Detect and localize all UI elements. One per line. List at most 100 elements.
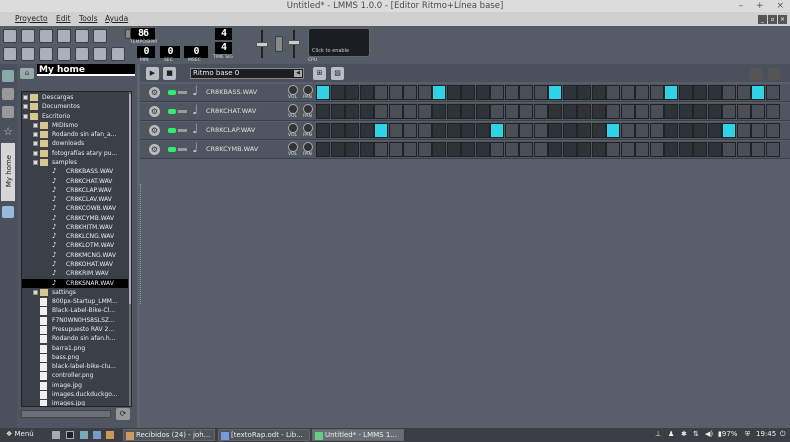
expand-icon[interactable] — [33, 150, 38, 156]
expand-icon[interactable] — [33, 289, 38, 295]
browser-item[interactable]: ♪ CR8KLCNG.WAV — [22, 232, 128, 241]
browser-item[interactable]: F7N0WN0HS8SLSZ... — [22, 316, 128, 325]
controller-rack-icon[interactable] — [111, 47, 125, 61]
add-steps-icon[interactable] — [768, 68, 780, 80]
step-button[interactable] — [591, 104, 606, 119]
step-button[interactable] — [461, 123, 475, 138]
step-button[interactable] — [388, 104, 403, 119]
step-button[interactable] — [345, 123, 359, 138]
step-button[interactable] — [330, 85, 345, 100]
tray-shield-icon[interactable]: ⛨ — [745, 430, 750, 439]
step-button[interactable] — [751, 85, 765, 100]
expand-icon[interactable] — [33, 159, 38, 165]
step-button[interactable] — [693, 123, 707, 138]
browser-item[interactable]: bass.png — [22, 353, 128, 362]
browser-item[interactable]: ♪ CR8KLOTM.WAV — [22, 241, 128, 250]
browser-icon[interactable] — [106, 431, 114, 439]
step-button[interactable] — [446, 85, 461, 100]
samples-icon[interactable] — [2, 106, 14, 118]
step-button[interactable] — [664, 142, 678, 157]
piano-roll-icon[interactable] — [39, 47, 53, 61]
minimize-button[interactable]: – — [739, 1, 744, 11]
step-button[interactable] — [765, 123, 780, 138]
step-button[interactable] — [635, 123, 649, 138]
song-editor-icon[interactable] — [3, 47, 17, 61]
browser-item[interactable]: ♪ CR8KBASS.WAV — [22, 167, 128, 176]
volume-knob[interactable] — [288, 142, 298, 152]
close-button[interactable]: × — [776, 1, 784, 11]
browser-item[interactable]: ♪ CR8KCYMB.WAV — [22, 214, 128, 223]
tray-network-icon[interactable]: ⇅ — [693, 430, 699, 438]
step-button[interactable] — [388, 123, 403, 138]
step-button[interactable] — [736, 104, 751, 119]
fx-mixer-icon[interactable] — [75, 47, 89, 61]
step-button[interactable] — [359, 123, 374, 138]
step-button[interactable] — [403, 85, 417, 100]
step-button[interactable] — [403, 123, 417, 138]
browser-item[interactable]: MIDIsmo — [22, 121, 128, 130]
browser-item[interactable]: sattings — [22, 288, 128, 297]
step-button[interactable] — [562, 85, 577, 100]
step-button[interactable] — [678, 142, 693, 157]
taskbar-item-mail[interactable]: Recibidos (24) - joh... — [123, 429, 215, 441]
browser-item[interactable]: ♪ CR8KCHAT.WAV — [22, 177, 128, 186]
tempo-display[interactable]: 86 — [131, 28, 155, 40]
track-settings-gear-icon[interactable]: ⚙ — [149, 125, 160, 136]
step-button[interactable] — [678, 104, 693, 119]
browser-item[interactable]: ♪ CR8KHITM.WAV — [22, 223, 128, 232]
step-button[interactable] — [490, 104, 504, 119]
play-button[interactable]: ▶ — [146, 67, 159, 80]
step-button[interactable] — [548, 85, 562, 100]
step-button[interactable] — [533, 123, 548, 138]
step-button[interactable] — [446, 142, 461, 157]
step-button[interactable] — [316, 104, 330, 119]
browser-item[interactable]: fotografías atary pu... — [22, 149, 128, 158]
timesig-numerator[interactable]: 4 — [215, 28, 232, 40]
volume-knob[interactable] — [288, 85, 298, 95]
step-button[interactable] — [707, 104, 722, 119]
step-button[interactable] — [475, 142, 490, 157]
step-button[interactable] — [678, 123, 693, 138]
browser-item[interactable]: 800px-Startup_LMM... — [22, 297, 128, 307]
browser-item[interactable]: Black-Label-Bike-Cl... — [22, 306, 128, 316]
instrument-plugins-icon[interactable] — [2, 70, 14, 82]
maximize-button[interactable]: + — [756, 1, 764, 11]
terminal-icon[interactable] — [66, 431, 74, 439]
track-settings-gear-icon[interactable]: ⚙ — [149, 144, 160, 155]
step-button[interactable] — [707, 123, 722, 138]
step-button[interactable] — [490, 142, 504, 157]
step-button[interactable] — [374, 123, 388, 138]
track-mute-led[interactable] — [168, 128, 176, 133]
step-button[interactable] — [707, 142, 722, 157]
step-button[interactable] — [432, 142, 446, 157]
step-button[interactable] — [548, 123, 562, 138]
track-name-button[interactable]: CR8KCHAT.WAV — [206, 106, 286, 117]
browser-filter-bar[interactable] — [21, 410, 111, 418]
master-volume-slider[interactable] — [256, 30, 268, 58]
step-button[interactable] — [722, 123, 736, 138]
step-button[interactable] — [374, 104, 388, 119]
browser-item[interactable]: images.jpg — [22, 399, 128, 406]
step-button[interactable] — [359, 85, 374, 100]
step-button[interactable] — [417, 123, 432, 138]
expand-icon[interactable] — [33, 122, 38, 128]
step-button[interactable] — [606, 123, 620, 138]
browser-item[interactable]: Escritorio — [22, 112, 128, 121]
step-button[interactable] — [475, 123, 490, 138]
mdi-restore-button[interactable]: ▫ — [768, 15, 777, 24]
stop-button[interactable]: ■ — [163, 67, 176, 80]
files-icon[interactable] — [80, 431, 88, 439]
step-button[interactable] — [461, 142, 475, 157]
step-button[interactable] — [330, 104, 345, 119]
taskbar-item-lmms[interactable]: Untitled* - LMMS 1... — [312, 429, 404, 441]
step-button[interactable] — [736, 85, 751, 100]
step-button[interactable] — [403, 104, 417, 119]
pan-knob[interactable] — [303, 104, 313, 114]
folder-icon[interactable] — [93, 431, 101, 439]
step-button[interactable] — [316, 123, 330, 138]
step-button[interactable] — [649, 104, 664, 119]
step-button[interactable] — [548, 104, 562, 119]
tab-my-home[interactable]: My home — [1, 143, 15, 201]
browser-item[interactable]: ♪ CR8KMCNG.WAV — [22, 251, 128, 260]
step-button[interactable] — [519, 123, 533, 138]
